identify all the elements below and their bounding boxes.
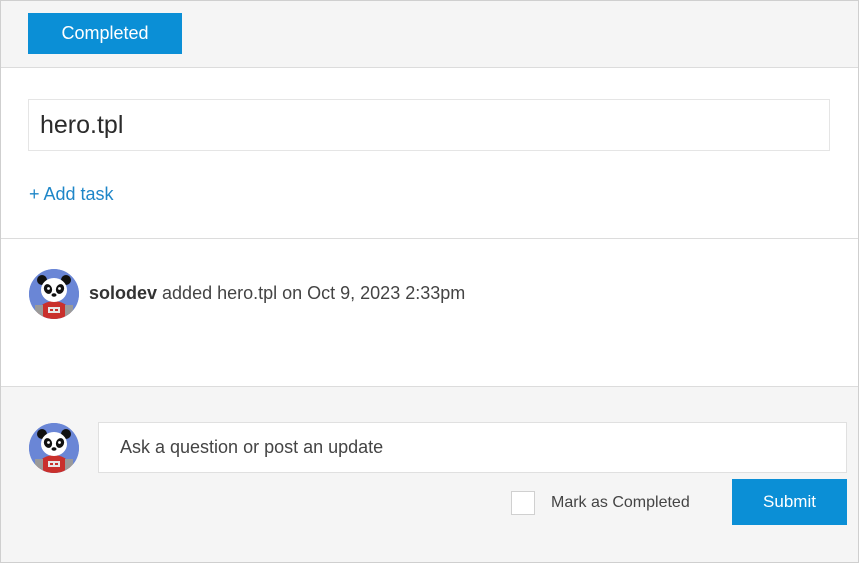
add-task-link[interactable]: + Add task — [29, 184, 114, 205]
activity-message: added hero.tpl on Oct 9, 2023 2:33pm — [157, 283, 466, 303]
mark-completed-label[interactable]: Mark as Completed — [551, 494, 690, 512]
task-title[interactable]: hero.tpl — [28, 99, 830, 151]
task-header: Completed — [1, 1, 858, 68]
activity-entry: solodev added hero.tpl on Oct 9, 2023 2:… — [89, 283, 465, 304]
current-user-avatar — [29, 423, 79, 473]
comment-composer: Mark as Completed Submit — [1, 387, 858, 562]
user-avatar — [29, 269, 79, 319]
completed-status-button[interactable]: Completed — [28, 13, 182, 54]
mark-completed-checkbox[interactable] — [511, 491, 535, 515]
submit-button[interactable]: Submit — [732, 479, 847, 525]
section-divider — [1, 238, 858, 239]
activity-user: solodev — [89, 283, 158, 303]
comment-input[interactable] — [98, 422, 847, 473]
panda-avatar-icon — [29, 269, 79, 319]
panda-avatar-icon — [29, 423, 79, 473]
task-detail-panel: Completed hero.tpl + Add task solodev ad… — [0, 0, 859, 563]
